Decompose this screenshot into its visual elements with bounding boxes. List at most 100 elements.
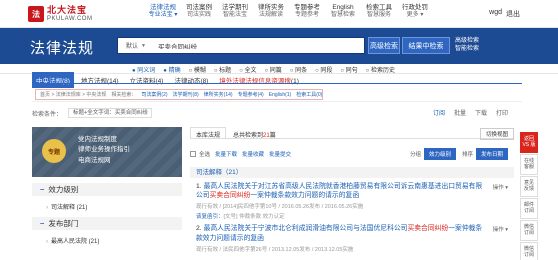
related-link-cases[interactable]: 司法案例(2) <box>141 91 167 98</box>
site-logo[interactable]: 法 北大法宝 PKULAW.COM <box>28 4 110 24</box>
related-link-tools[interactable]: 检索工具(0) <box>296 91 322 98</box>
toolbar: 订阅 批量 下载 打印 <box>424 108 508 117</box>
nav-item-practice[interactable]: 律所实务 法规解读 <box>254 4 288 20</box>
sidebar-section-dept: − 发布部门 › 最高人民法院 (21) <box>32 217 182 245</box>
tab-divider <box>32 83 522 84</box>
result-ops-menu[interactable]: 操作 ▾ <box>493 183 508 191</box>
condition-label: 检索条件： <box>32 111 63 118</box>
promo-line: 电商法规网 <box>78 156 111 164</box>
float-button-vs[interactable]: 返回 VS 版 <box>520 132 538 153</box>
result-meta: 现行有效 / [2014]民四他字第10号 / 2016.05.26发布 / 2… <box>196 204 364 211</box>
page-title: 法律法规 <box>30 40 95 57</box>
batch-download-button[interactable]: 批量下载 <box>215 150 237 158</box>
result-title[interactable]: 1. 最高人民法院关于对江苏省高级人民法院就香港柏藤贸易有限公司诉云南惠基进出口… <box>196 182 486 200</box>
batch-button[interactable]: 批量 <box>454 108 466 117</box>
tab-library[interactable]: 本库法规 <box>190 127 227 139</box>
related-link-journals[interactable]: 法学期刊(8) <box>173 91 199 98</box>
search-in-results-button[interactable]: 结果中检索 <box>402 37 450 54</box>
nav-item-penalty[interactable]: 行政处罚 更多 ▾ <box>398 4 432 20</box>
print-button[interactable]: 打印 <box>496 108 508 117</box>
tab-news[interactable]: 法律动态(8) <box>170 72 212 88</box>
tab-local[interactable]: 地方法规(14) <box>77 72 123 88</box>
promo-line: 党内法规制度 <box>78 136 117 143</box>
switch-view-button[interactable]: 切换视图 <box>479 128 514 140</box>
result-title[interactable]: 2. 最高人民法院关于宁波市北仑利成润滑油有限公司与法国优尼科公司买卖合同纠纷一… <box>196 224 486 242</box>
batch-favorite-button[interactable]: 批量收藏 <box>242 150 264 158</box>
related-link-topics[interactable]: 专题参考(4) <box>238 91 264 98</box>
related-label: 相关检索： <box>111 92 137 98</box>
nav-item-laws[interactable]: 法律法规 专业法宝 ▾ <box>146 4 180 20</box>
result-group-header[interactable]: 司法解释（21） <box>190 167 514 178</box>
float-button-email[interactable]: 邮件 订阅 <box>520 198 538 219</box>
chevron-right-icon: › <box>46 205 48 211</box>
result-ops-menu[interactable]: 操作 ▾ <box>493 225 508 233</box>
subscribe-button[interactable]: 订阅 <box>433 108 445 117</box>
nav-item-cases[interactable]: 司法案例 司法实践 <box>182 4 216 20</box>
logo-name: 北大法宝 <box>47 5 88 15</box>
sidebar-head[interactable]: − 效力级别 <box>32 183 182 196</box>
logo-mark: 法 <box>28 6 44 22</box>
search-input[interactable] <box>158 42 358 49</box>
result-meta: 现行有效 / 法民四他字第26号 / 2013.12.05发布 / 2013.1… <box>196 246 354 253</box>
main-nav: 法律法规 专业法宝 ▾ 司法案例 司法实践 法学期刊 智能法宝 律所实务 法规解读 专题… <box>146 4 434 20</box>
promo-line: 律师业务操作指引 <box>78 146 130 154</box>
search-box: 默认 ▼ <box>117 37 365 54</box>
batch-ops-bar: 全选 批量下载 批量收藏 批量提交 分组 效力级别 排序 发布日期 <box>190 148 514 160</box>
float-button-feedback[interactable]: 意见 反馈 <box>520 176 538 197</box>
chevron-down-icon: ▼ <box>141 42 146 49</box>
collapse-icon[interactable]: − <box>40 219 44 228</box>
related-link-english[interactable]: English(1) <box>269 92 292 98</box>
chevron-right-icon: › <box>46 239 48 245</box>
floating-sidebar: 返回 VS 版 在线 客服 意见 反馈 邮件 订阅 微信 订阅 微信 订阅 <box>520 132 538 260</box>
result-item: 2. 最高人民法院关于宁波市北仑利成润滑油有限公司与法国优尼科公司买卖合同纠纷一… <box>190 224 514 252</box>
group-label: 分组 <box>409 152 421 158</box>
batch-submit-button[interactable]: 批量提交 <box>269 150 291 158</box>
related-link-practice[interactable]: 律所实务(14) <box>204 91 233 98</box>
float-button-wechat[interactable]: 微信 订阅 <box>520 220 538 241</box>
results-tabs: 本库法规 总共检索到21篇 切换视图 <box>190 127 514 140</box>
float-button-service[interactable]: 在线 客服 <box>520 154 538 175</box>
close-icon[interactable]: × <box>145 109 148 118</box>
sidebar-head[interactable]: − 发布部门 <box>32 217 182 230</box>
sidebar-item[interactable]: › 司法解释 (21) <box>32 196 182 211</box>
search-history-link[interactable]: ○ 检索历史 <box>366 65 395 74</box>
search-scope-select[interactable]: 默认 ▼ <box>118 41 158 51</box>
search-button[interactable]: 高级检索 <box>368 37 400 54</box>
advanced-search-link[interactable]: 高级检索 <box>455 37 479 45</box>
results-count: 总共检索到21篇 <box>233 133 276 139</box>
option-same-sentence[interactable]: ○ 同句 <box>340 65 357 74</box>
float-button-wechat-2[interactable]: 微信 订阅 <box>520 242 538 260</box>
nav-item-english[interactable]: English 智慧检索 <box>326 4 360 20</box>
option-same-para[interactable]: ○ 同段 <box>315 65 332 74</box>
breadcrumb-path[interactable]: 首页 > 法律法规库 > 中央法规 <box>40 91 106 98</box>
promo-banner[interactable]: 专题 党内法规制度 律师业务操作指引 电商法规网 <box>32 127 182 177</box>
top-nav-bar: 法 北大法宝 PKULAW.COM 法律法规 专业法宝 ▾ 司法案例 司法实践 法学… <box>0 0 558 28</box>
nav-item-tools[interactable]: 检索工具 智慧服务 <box>362 4 396 20</box>
select-all-checkbox[interactable] <box>190 151 196 157</box>
result-related: 该复函引：[文号] 仲裁条款 效力认定 <box>196 214 285 221</box>
select-all-label: 全选 <box>199 152 211 158</box>
sort-select[interactable]: 发布日期 <box>475 148 508 160</box>
tab-central[interactable]: 中央法规(8) <box>32 72 74 88</box>
collapse-icon[interactable]: − <box>40 185 44 194</box>
advanced-search-links: 高级检索 智能检索 <box>455 37 479 53</box>
smart-search-link[interactable]: 智能检索 <box>455 45 479 53</box>
category-tabs: 中央法规(8) 地方法规(14) 立法资料(4) 法律动态(8) 境外法律法规信… <box>32 72 306 88</box>
topic-badge-icon: 专题 <box>42 139 66 163</box>
result-item: 1. 最高人民法院关于对江苏省高级人民法院就香港柏藤贸易有限公司诉云南惠基进出口… <box>190 182 514 220</box>
logout-link[interactable]: 退出 <box>506 9 520 19</box>
group-select[interactable]: 效力级别 <box>423 148 456 160</box>
download-button[interactable]: 下载 <box>475 108 487 117</box>
sort-label: 排序 <box>461 152 473 158</box>
divider <box>32 101 522 102</box>
tab-foreign[interactable]: 境外法律法规信息资源搜(1) <box>215 72 302 88</box>
nav-item-topics[interactable]: 专题参考 专题参考 <box>290 4 324 20</box>
tab-legislative[interactable]: 立法资料(4) <box>126 72 168 88</box>
search-condition: 检索条件： 标题+全文字词：买卖合同纠纷 × <box>32 108 153 118</box>
user-name[interactable]: wgd <box>489 9 502 16</box>
sidebar-item[interactable]: › 最高人民法院 (21) <box>32 230 182 245</box>
sidebar: 专题 党内法规制度 律师业务操作指引 电商法规网 − 效力级别 › 司法解释 (21… <box>32 127 182 260</box>
condition-tag[interactable]: 标题+全文字词：买卖合同纠纷 × <box>68 108 153 118</box>
results-panel: 本库法规 总共检索到21篇 切换视图 全选 批量下载 批量收藏 批量提交 分组 … <box>190 127 514 260</box>
nav-item-journals[interactable]: 法学期刊 智能法宝 <box>218 4 252 20</box>
